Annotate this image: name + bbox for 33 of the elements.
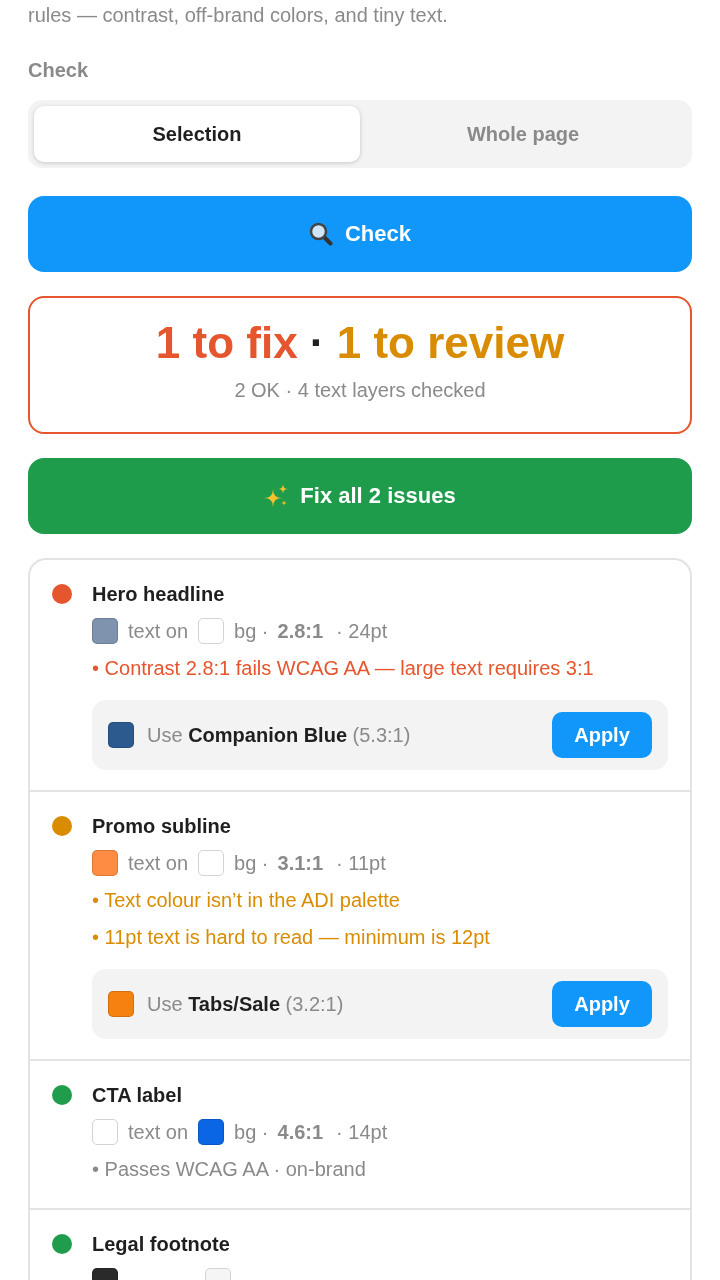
layer-name: CTA label xyxy=(92,1083,182,1108)
contrast-ratio: 3.1:1 xyxy=(277,851,324,876)
layer-name: Hero headline xyxy=(92,582,225,607)
swatch-label: text on xyxy=(128,851,189,876)
swatch-label: bg · xyxy=(234,851,269,876)
text-size: · 24pt xyxy=(336,619,388,644)
summary-detail: 2 OK · 4 text layers checked xyxy=(234,378,486,402)
section-label: Check xyxy=(28,58,89,82)
issue-text: • 11pt text is hard to read — minimum is 12pt xyxy=(92,925,490,950)
swatch-label: bg · xyxy=(234,619,269,644)
issue-text: • Text colour isn’t in the ADI palette xyxy=(92,888,400,913)
layer-name: Legal footnote xyxy=(92,1232,230,1257)
swatch-label: bg · xyxy=(234,1120,269,1145)
scope-tab[interactable]: Selection xyxy=(34,106,360,162)
apply-button[interactable]: Apply xyxy=(552,981,652,1027)
suggestion-text: Use Tabs/Sale (3.2:1) xyxy=(147,992,345,1017)
suggestion-text: Use Companion Blue (5.3:1) xyxy=(147,723,412,748)
layer-name: Promo subline xyxy=(92,814,231,839)
search-icon xyxy=(308,222,333,246)
check-button[interactable]: Check xyxy=(28,196,692,272)
summary-headline: 1 to fix · 1 to review xyxy=(155,317,565,369)
issue-text: • Passes WCAG AA · on-brand xyxy=(92,1157,366,1182)
contrast-ratio: 4.6:1 xyxy=(277,1120,324,1145)
scope-tab[interactable]: Whole page xyxy=(360,106,686,162)
apply-button[interactable]: Apply xyxy=(552,712,652,758)
swatch-label: text on xyxy=(128,619,189,644)
swatch-label: text on xyxy=(128,1120,189,1145)
contrast-ratio: 2.8:1 xyxy=(277,619,324,644)
text-size: · 11pt xyxy=(336,851,386,876)
fix-all-button[interactable]: Fix all 2 issues xyxy=(28,458,692,534)
issue-text: • Contrast 2.8:1 fails WCAG AA — large text requires 3:1 xyxy=(92,656,594,681)
description-text: rules — contrast, off-brand colors, and tiny text. xyxy=(28,3,449,27)
text-size: · 14pt xyxy=(336,1120,388,1145)
